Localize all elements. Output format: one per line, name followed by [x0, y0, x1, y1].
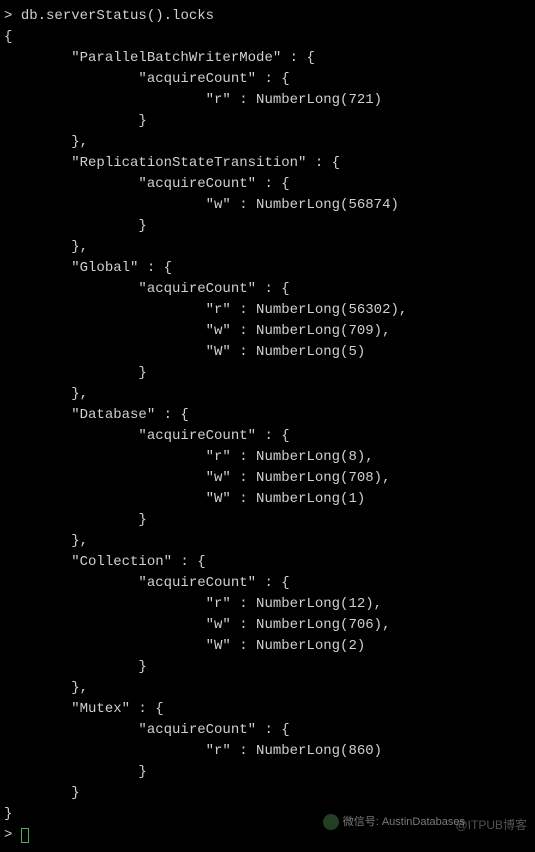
output-line: } — [4, 657, 531, 678]
output-line: } — [4, 510, 531, 531]
output-line: "Mutex" : { — [4, 699, 531, 720]
prompt-symbol: > — [4, 8, 12, 24]
output-line: "w" : NumberLong(708), — [4, 468, 531, 489]
lock-value: NumberLong(56874) — [256, 197, 399, 213]
output-line: "W" : NumberLong(5) — [4, 342, 531, 363]
output-line: "acquireCount" : { — [4, 720, 531, 741]
output-line: "Database" : { — [4, 405, 531, 426]
output-line: "acquireCount" : { — [4, 573, 531, 594]
output-line: "W" : NumberLong(2) — [4, 636, 531, 657]
lock-value: NumberLong(8) — [256, 449, 365, 465]
output-line: "Collection" : { — [4, 552, 531, 573]
output-line: "acquireCount" : { — [4, 69, 531, 90]
output-line: "r" : NumberLong(8), — [4, 447, 531, 468]
output-line: } — [4, 363, 531, 384]
output-line: "r" : NumberLong(721) — [4, 90, 531, 111]
output-line: }, — [4, 132, 531, 153]
output-line: } — [4, 216, 531, 237]
lock-value: NumberLong(12) — [256, 596, 374, 612]
command-text: db.serverStatus().locks — [21, 8, 214, 24]
output-line: "acquireCount" : { — [4, 426, 531, 447]
lock-value: NumberLong(1) — [256, 491, 365, 507]
command-line[interactable]: > db.serverStatus().locks — [4, 6, 531, 27]
output-line: }, — [4, 237, 531, 258]
wechat-text: 微信号: AustinDatabases — [343, 814, 465, 831]
wechat-label: 微信号: AustinDatabases — [323, 814, 465, 831]
output-line: "W" : NumberLong(1) — [4, 489, 531, 510]
output-line: "r" : NumberLong(12), — [4, 594, 531, 615]
lock-value: NumberLong(5) — [256, 344, 365, 360]
lock-value: NumberLong(2) — [256, 638, 365, 654]
output-line: "ReplicationStateTransition" : { — [4, 153, 531, 174]
output-line: } — [4, 783, 531, 804]
output-line: "ParallelBatchWriterMode" : { — [4, 48, 531, 69]
lock-value: NumberLong(708) — [256, 470, 382, 486]
wechat-icon — [323, 814, 339, 830]
output-line: "w" : NumberLong(56874) — [4, 195, 531, 216]
output-line: } — [4, 111, 531, 132]
output-line: "acquireCount" : { — [4, 174, 531, 195]
output-line: "acquireCount" : { — [4, 279, 531, 300]
output-line: "r" : NumberLong(56302), — [4, 300, 531, 321]
prompt-symbol: > — [4, 827, 12, 843]
output-line: }, — [4, 384, 531, 405]
output-line: }, — [4, 678, 531, 699]
cursor-icon — [21, 828, 29, 843]
lock-value: NumberLong(56302) — [256, 302, 399, 318]
output-line: "w" : NumberLong(706), — [4, 615, 531, 636]
output-line: "w" : NumberLong(709), — [4, 321, 531, 342]
output-line: "r" : NumberLong(860) — [4, 741, 531, 762]
terminal-output: > db.serverStatus().locks { "ParallelBat… — [4, 6, 531, 846]
output-line: { — [4, 27, 531, 48]
watermark-text: @ITPUB博客 — [455, 816, 527, 834]
output-line: } — [4, 762, 531, 783]
lock-value: NumberLong(706) — [256, 617, 382, 633]
lock-value: NumberLong(709) — [256, 323, 382, 339]
lock-value: NumberLong(860) — [256, 743, 382, 759]
output-line: }, — [4, 531, 531, 552]
output-line: "Global" : { — [4, 258, 531, 279]
lock-value: NumberLong(721) — [256, 92, 382, 108]
